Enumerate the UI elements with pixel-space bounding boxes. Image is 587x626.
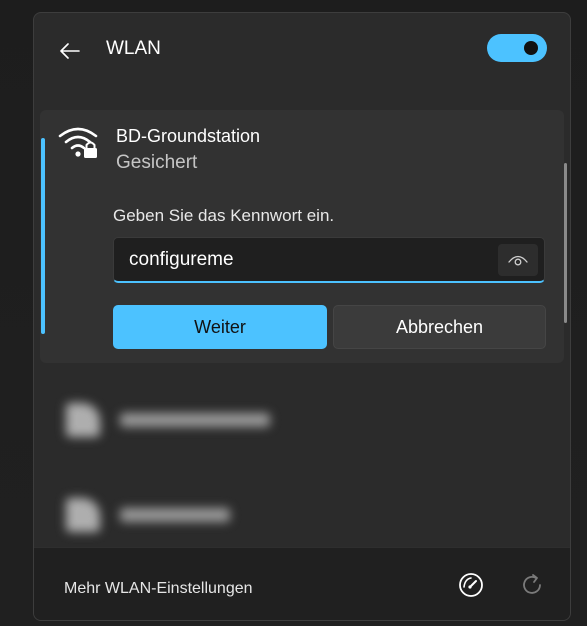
wifi-toggle[interactable] — [487, 34, 547, 62]
network-security-status: Gesichert — [116, 152, 198, 173]
page-title: WLAN — [106, 38, 161, 59]
eye-icon — [508, 255, 528, 266]
wifi-lock-icon — [58, 127, 98, 158]
password-field — [113, 237, 545, 283]
toggle-knob — [524, 41, 538, 55]
reveal-password-button[interactable] — [498, 244, 538, 276]
speedometer-icon[interactable] — [457, 571, 485, 599]
network-list-item-blurred[interactable] — [54, 488, 314, 548]
scrollbar[interactable] — [564, 163, 567, 323]
password-prompt: Geben Sie das Kennwort ein. — [113, 206, 335, 225]
blurred-network-name — [120, 413, 270, 427]
cancel-button[interactable]: Abbrechen — [333, 305, 546, 349]
refresh-icon[interactable] — [518, 571, 546, 599]
network-list-item-blurred[interactable] — [54, 393, 314, 453]
flyout-header: WLAN — [34, 13, 570, 85]
blurred-network-name — [120, 508, 230, 522]
arrow-left-icon — [60, 43, 80, 59]
selection-indicator — [41, 138, 45, 334]
wifi-flyout-panel: WLAN BD-Groundstation Gesichert Geben Si… — [33, 12, 571, 621]
back-button[interactable] — [54, 35, 86, 67]
more-wifi-settings-link[interactable]: Mehr WLAN-Einstellungen — [64, 580, 253, 598]
wifi-icon — [66, 498, 100, 532]
network-name: BD-Groundstation — [116, 126, 261, 146]
flyout-footer: Mehr WLAN-Einstellungen — [34, 547, 570, 620]
next-button[interactable]: Weiter — [113, 305, 327, 349]
wifi-icon — [66, 403, 100, 437]
password-input[interactable] — [129, 249, 489, 271]
network-card-selected: BD-Groundstation Gesichert Geben Sie das… — [40, 110, 564, 363]
